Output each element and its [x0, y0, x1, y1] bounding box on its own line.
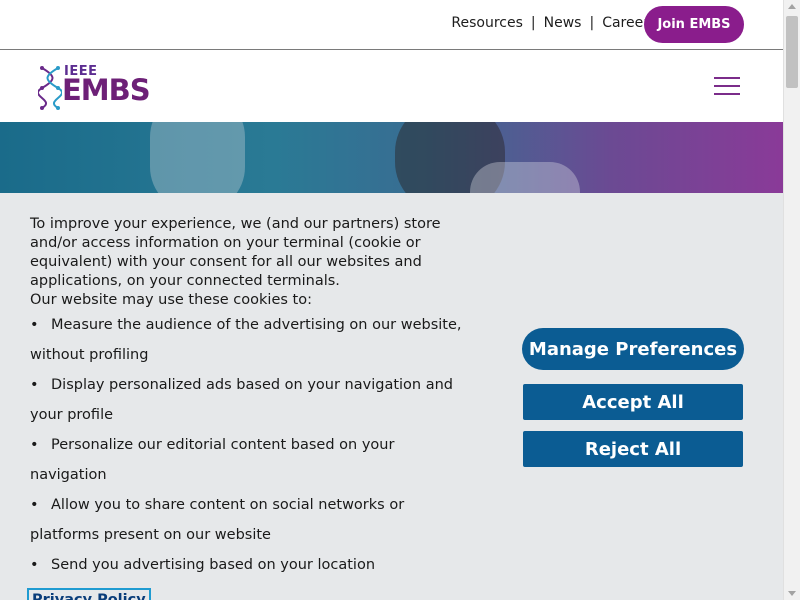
list-item: • Personalize our editorial content based… [30, 437, 395, 483]
cookie-consent-panel: To improve your experience, we (and our … [0, 193, 783, 600]
ieee-embs-logo[interactable]: IEEE EMBS [38, 64, 158, 110]
privacy-policy-link[interactable]: Privacy Policy [27, 588, 151, 600]
cookie-purpose-list: • Measure the audience of the advertising… [30, 310, 470, 580]
join-embs-button[interactable]: Join EMBS [644, 6, 744, 43]
news-link[interactable]: News [544, 15, 582, 31]
site-header: IEEE EMBS [0, 50, 783, 122]
separator: | [589, 15, 595, 31]
top-utility-bar: Resources | News | Careers | Join EMBS [0, 0, 783, 50]
list-item: • Allow you to share content on social ne… [30, 497, 405, 543]
list-item: • Measure the audience of the advertising… [30, 317, 462, 363]
scroll-up-icon[interactable] [788, 4, 796, 9]
cookie-subtitle: Our website may use these cookies to: [30, 292, 312, 308]
page-scrollbar[interactable] [783, 0, 800, 600]
cookie-text: To improve your experience, we (and our … [27, 215, 470, 600]
hero-image [0, 122, 783, 193]
list-item: • Display personalized ads based on your … [30, 377, 453, 423]
accept-all-button[interactable]: Accept All [523, 384, 743, 420]
logo-embs-text: EMBS [62, 73, 151, 107]
dna-icon [38, 66, 62, 110]
scrollbar-thumb[interactable] [786, 16, 798, 88]
scroll-down-icon[interactable] [788, 591, 796, 596]
list-item: • Send you advertising based on your loca… [30, 557, 376, 573]
resources-link[interactable]: Resources [451, 15, 523, 31]
hamburger-menu-icon[interactable] [714, 77, 740, 97]
reject-all-button[interactable]: Reject All [523, 431, 743, 467]
manage-preferences-button[interactable]: Manage Preferences [522, 328, 744, 370]
cookie-intro: To improve your experience, we (and our … [30, 216, 441, 289]
separator: | [530, 15, 536, 31]
